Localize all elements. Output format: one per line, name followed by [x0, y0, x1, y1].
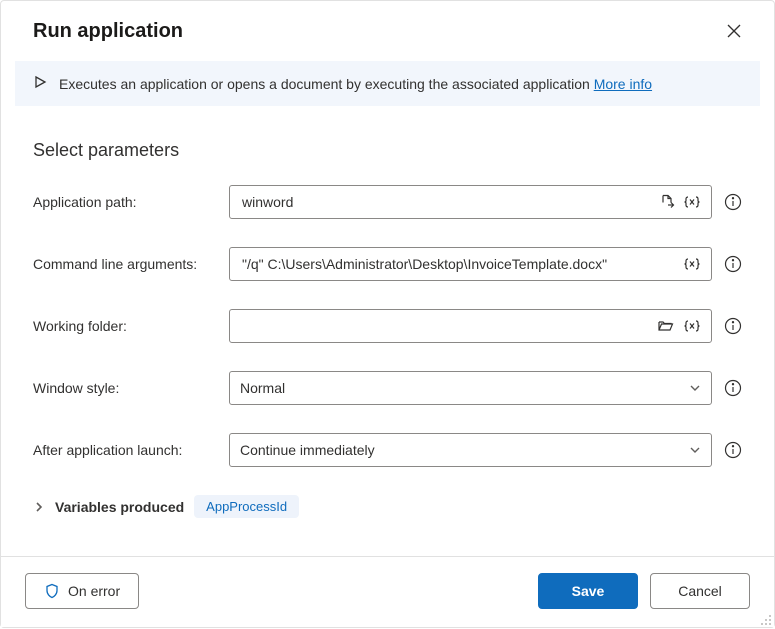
- label-working-folder: Working folder:: [33, 318, 229, 334]
- label-after-launch: After application launch:: [33, 442, 229, 458]
- working-folder-input[interactable]: [240, 317, 651, 335]
- variable-picker-icon[interactable]: [683, 194, 701, 210]
- dialog-content: Select parameters Application path:: [1, 120, 774, 556]
- after-launch-select[interactable]: Continue immediately: [229, 433, 712, 467]
- info-icon-after-launch[interactable]: [724, 441, 742, 459]
- label-application-path: Application path:: [33, 194, 229, 210]
- dialog-title: Run application: [33, 20, 183, 43]
- shield-icon: [44, 583, 60, 599]
- info-icon-command-line-arguments[interactable]: [724, 255, 742, 273]
- on-error-label: On error: [68, 583, 120, 599]
- banner-text: Executes an application or opens a docum…: [59, 76, 652, 92]
- command-line-arguments-input[interactable]: [240, 255, 677, 273]
- expand-variables-toggle[interactable]: [33, 501, 45, 513]
- select-file-icon[interactable]: [659, 194, 675, 210]
- row-application-path: Application path:: [33, 185, 742, 219]
- chevron-down-icon: [689, 382, 701, 394]
- working-folder-input-wrap[interactable]: [229, 309, 712, 343]
- variables-produced-row: Variables produced AppProcessId: [33, 495, 742, 518]
- info-icon-working-folder[interactable]: [724, 317, 742, 335]
- command-line-arguments-input-wrap[interactable]: [229, 247, 712, 281]
- label-window-style: Window style:: [33, 380, 229, 396]
- dialog-header: Run application: [1, 1, 774, 61]
- info-icon-window-style[interactable]: [724, 379, 742, 397]
- more-info-link[interactable]: More info: [594, 76, 652, 92]
- row-working-folder: Working folder:: [33, 309, 742, 343]
- on-error-button[interactable]: On error: [25, 573, 139, 609]
- variable-picker-icon[interactable]: [683, 256, 701, 272]
- info-banner: Executes an application or opens a docum…: [15, 61, 760, 106]
- row-after-launch: After application launch: Continue immed…: [33, 433, 742, 467]
- application-path-input[interactable]: [240, 193, 653, 211]
- after-launch-value: Continue immediately: [240, 442, 375, 458]
- window-style-select[interactable]: Normal: [229, 371, 712, 405]
- application-path-input-wrap[interactable]: [229, 185, 712, 219]
- chevron-right-icon: [33, 501, 45, 513]
- variable-picker-icon[interactable]: [683, 318, 701, 334]
- chevron-down-icon: [689, 444, 701, 456]
- window-style-value: Normal: [240, 380, 285, 396]
- close-icon: [727, 24, 741, 38]
- save-button[interactable]: Save: [538, 573, 638, 609]
- dialog-footer: On error Save Cancel: [1, 556, 774, 627]
- cancel-button[interactable]: Cancel: [650, 573, 750, 609]
- variable-chip-appprocessid[interactable]: AppProcessId: [194, 495, 299, 518]
- select-folder-icon[interactable]: [657, 318, 675, 334]
- section-title: Select parameters: [33, 140, 742, 161]
- info-icon-application-path[interactable]: [724, 193, 742, 211]
- variables-produced-label: Variables produced: [55, 499, 184, 515]
- row-command-line-arguments: Command line arguments:: [33, 247, 742, 281]
- label-command-line-arguments: Command line arguments:: [33, 256, 229, 272]
- row-window-style: Window style: Normal: [33, 371, 742, 405]
- run-icon: [33, 75, 47, 92]
- close-button[interactable]: [722, 19, 746, 43]
